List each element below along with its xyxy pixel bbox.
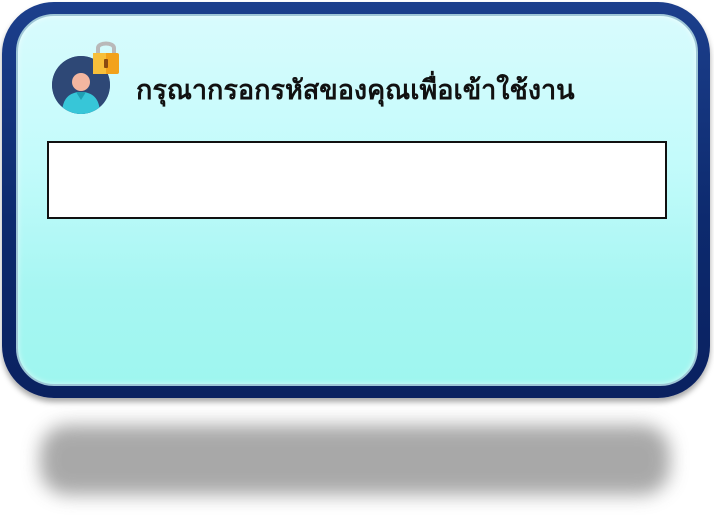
padlock-icon <box>90 38 122 76</box>
dialog-shadow <box>40 425 670 495</box>
access-code-input[interactable] <box>47 141 667 219</box>
dialog-title: กรุณากรอกรหัสของคุณเพื่อเข้าใช้งาน <box>136 75 575 106</box>
